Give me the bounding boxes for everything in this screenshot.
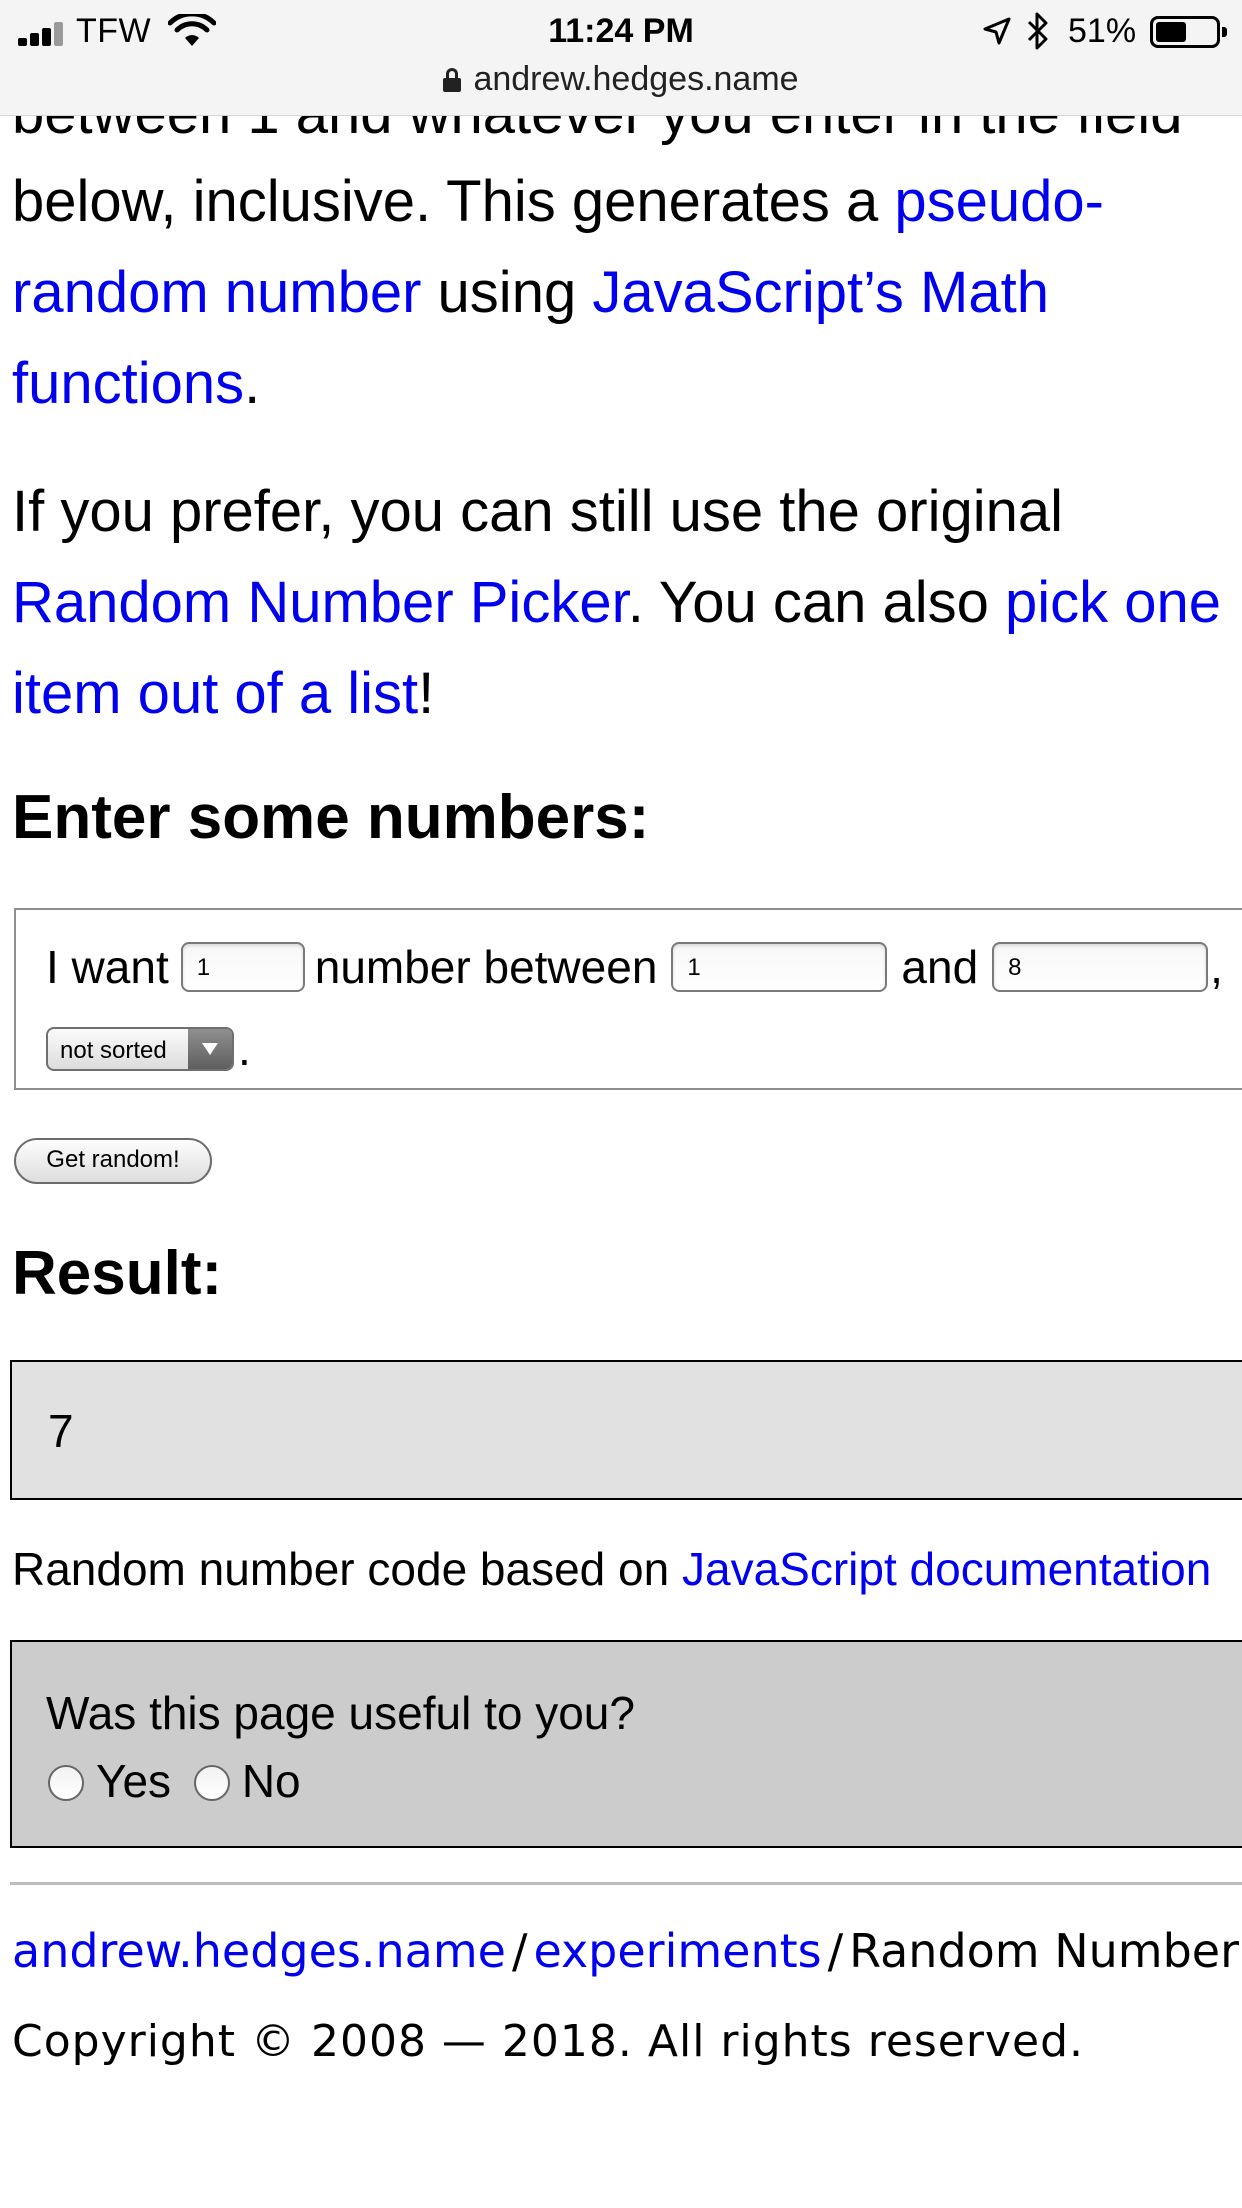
- label-i-want: I want: [46, 940, 169, 993]
- enter-numbers-heading: Enter some numbers:: [12, 783, 650, 852]
- intro-paragraph-2: If you prefer, you can still use the ori…: [12, 466, 1242, 746]
- sort-select[interactable]: not sorted: [46, 1026, 234, 1071]
- number-form: I want 1 number between 1 and 8, not sorted .: [14, 908, 1242, 1090]
- intro-p2-text-3: !: [418, 661, 435, 726]
- intro-p2-text-2: . You can also: [627, 570, 1005, 635]
- status-bar: TFW 11:24 PM 51%: [0, 0, 1242, 62]
- result-value: 7: [48, 1405, 74, 1457]
- chevron-down-icon: [188, 1028, 232, 1069]
- breadcrumb-separator: /: [827, 1924, 844, 1978]
- breadcrumb-current: Random Number: [849, 1924, 1240, 1978]
- javascript-documentation-link[interactable]: JavaScript documentation: [682, 1543, 1211, 1595]
- bluetooth-icon: [1027, 12, 1048, 50]
- feedback-box: Was this page useful to you? Yes No: [10, 1640, 1242, 1848]
- breadcrumb-separator: /: [511, 1924, 528, 1978]
- browser-top-bar: TFW 11:24 PM 51% andrew.hedges.name: [0, 0, 1242, 116]
- intro-p1-text-1: below, inclusive. This generates a: [12, 169, 895, 234]
- label-number-between: number between: [314, 940, 658, 993]
- intro-p1-text-2: using: [421, 260, 593, 325]
- status-time: 11:24 PM: [548, 12, 694, 50]
- breadcrumb-home-link[interactable]: andrew.hedges.name: [12, 1924, 506, 1978]
- copyright: Copyright © 2008 — 2018. All rights rese…: [12, 2016, 1084, 2067]
- label-and: and: [901, 940, 979, 993]
- lock-icon: [443, 68, 462, 92]
- battery-icon: [1150, 16, 1227, 48]
- credit-line: Random number code based on JavaScript d…: [12, 1542, 1211, 1596]
- credit-text: Random number code based on: [12, 1543, 682, 1595]
- max-input[interactable]: 8: [992, 941, 1209, 992]
- sort-select-value: not sorted: [60, 1036, 167, 1064]
- min-input[interactable]: 1: [671, 941, 888, 992]
- yes-radio[interactable]: [48, 1765, 84, 1801]
- url-text: andrew.hedges.name: [473, 60, 799, 98]
- battery-percent: 51%: [1068, 12, 1137, 50]
- intro-p2-text-1: If you prefer, you can still use the ori…: [12, 479, 1064, 544]
- form-line-2: not sorted .: [46, 1018, 251, 1076]
- breadcrumb-experiments-link[interactable]: experiments: [533, 1924, 821, 1978]
- count-input[interactable]: 1: [180, 941, 305, 992]
- feedback-question: Was this page useful to you?: [46, 1687, 635, 1739]
- intro-p1-text-3: .: [244, 351, 261, 416]
- label-period: .: [238, 1022, 251, 1075]
- no-label: No: [241, 1755, 301, 1807]
- result-box: 7: [10, 1360, 1242, 1500]
- result-heading: Result:: [12, 1239, 223, 1308]
- random-number-picker-link[interactable]: Random Number Picker: [12, 570, 628, 635]
- label-comma: ,: [1210, 940, 1223, 993]
- intro-paragraph-1: below, inclusive. This generates a pseud…: [12, 156, 1242, 436]
- form-line-1: I want 1 number between 1 and 8,: [46, 936, 1223, 994]
- get-random-button[interactable]: Get random!: [14, 1138, 212, 1184]
- breadcrumb: andrew.hedges.name / experiments / Random Nu…: [12, 1924, 1239, 1978]
- url-bar[interactable]: andrew.hedges.name: [0, 60, 1242, 99]
- yes-label: Yes: [96, 1755, 172, 1807]
- feedback-options: Yes No: [48, 1754, 311, 1808]
- location-icon: [983, 17, 1011, 45]
- footer-divider: [10, 1882, 1242, 1885]
- no-radio[interactable]: [193, 1765, 230, 1801]
